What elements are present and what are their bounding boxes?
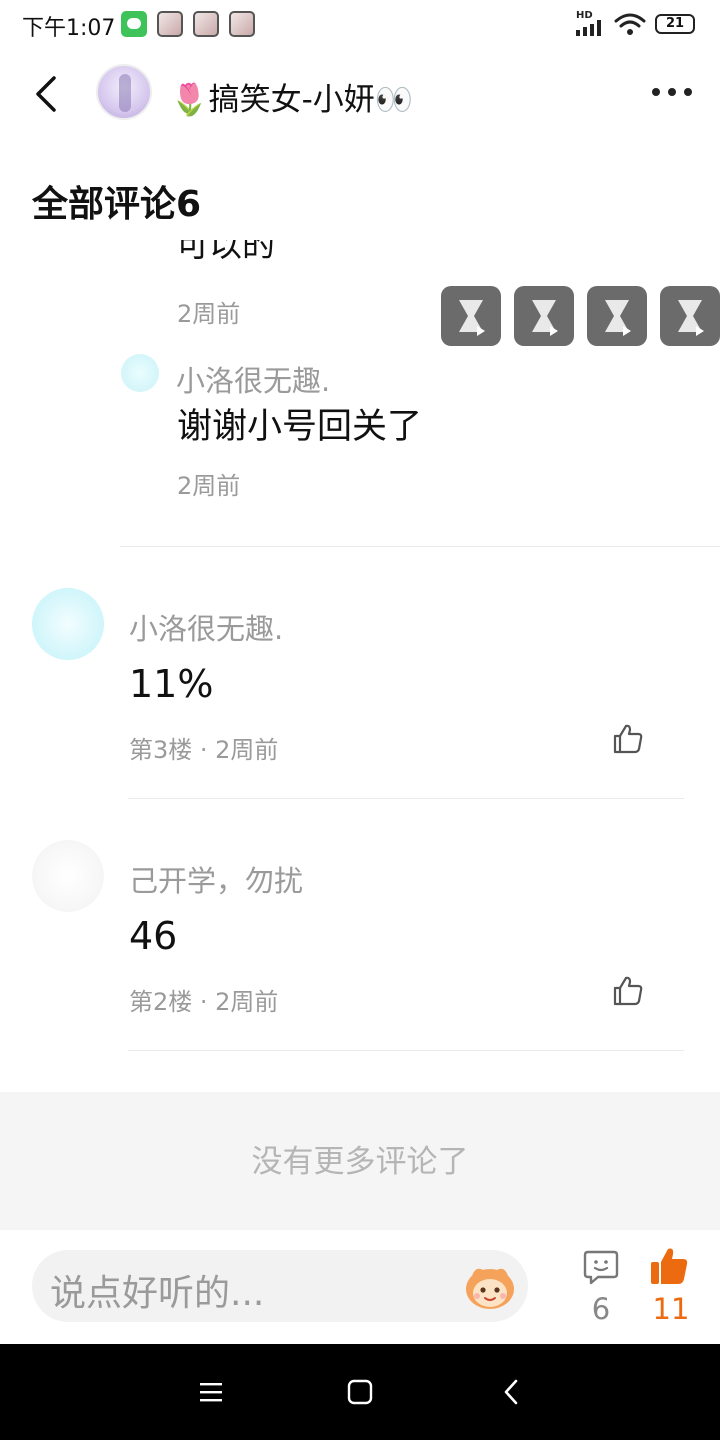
page-title: 🌷搞笑女-小妍👀 [170, 82, 414, 118]
hourglass-video-icon[interactable] [514, 286, 574, 346]
clipped-reply-text: 可以的 [176, 240, 275, 264]
wechat-icon [121, 11, 147, 37]
status-bar: 下午1:07 HD 21 [0, 0, 720, 50]
wifi-icon [614, 13, 646, 35]
reply-text: 谢谢小号回关了 [177, 407, 423, 447]
comment-text: 11% [129, 662, 214, 706]
comment-meta: 第2楼 · 2周前 [129, 988, 279, 1016]
like-count: 11 [652, 1292, 690, 1326]
comment-meta: 第3楼 · 2周前 [129, 736, 279, 764]
hourglass-video-icon[interactable] [587, 286, 647, 346]
back-icon[interactable] [26, 72, 70, 116]
reply-time: 2周前 [177, 300, 241, 328]
emoji-icon[interactable] [462, 1262, 518, 1312]
avatar[interactable] [96, 64, 152, 120]
thumbs-up-icon[interactable] [648, 1245, 690, 1287]
comment-username[interactable]: 己开学，勿扰 [129, 858, 303, 900]
reply-time: 2周前 [177, 472, 241, 500]
divider [120, 546, 720, 547]
avatar[interactable] [32, 588, 104, 660]
home-icon[interactable] [347, 1379, 373, 1405]
avatar[interactable] [121, 354, 159, 392]
reply-username[interactable]: 小洛很无趣. [176, 358, 330, 400]
battery-icon: 21 [655, 14, 695, 34]
comment-username[interactable]: 小洛很无趣. [129, 606, 283, 648]
input-placeholder: 说点好听的... [50, 1273, 265, 1314]
comment-text: 46 [129, 914, 178, 958]
avatar[interactable] [32, 840, 104, 912]
divider [128, 798, 684, 799]
divider [128, 1050, 684, 1051]
hourglass-video-icon[interactable] [660, 286, 720, 346]
menu-icon[interactable] [198, 1380, 224, 1404]
battery-level: 21 [665, 16, 685, 31]
thumbs-up-icon[interactable] [611, 974, 645, 1008]
status-time: 下午1:07 [22, 16, 116, 41]
thumbs-up-icon[interactable] [611, 722, 645, 756]
app-notification-icon [229, 11, 255, 37]
app-notification-icon [193, 11, 219, 37]
signal-icon [576, 20, 601, 36]
app-notification-icon [157, 11, 183, 37]
system-back-icon[interactable] [500, 1378, 522, 1406]
comments-section-title: 全部评论6 [32, 184, 202, 225]
comment-icon[interactable] [582, 1248, 620, 1286]
more-icon[interactable] [648, 78, 696, 106]
no-more-text: 没有更多评论了 [251, 1144, 469, 1180]
comment-count: 6 [591, 1292, 611, 1326]
hourglass-video-icon[interactable] [441, 286, 501, 346]
